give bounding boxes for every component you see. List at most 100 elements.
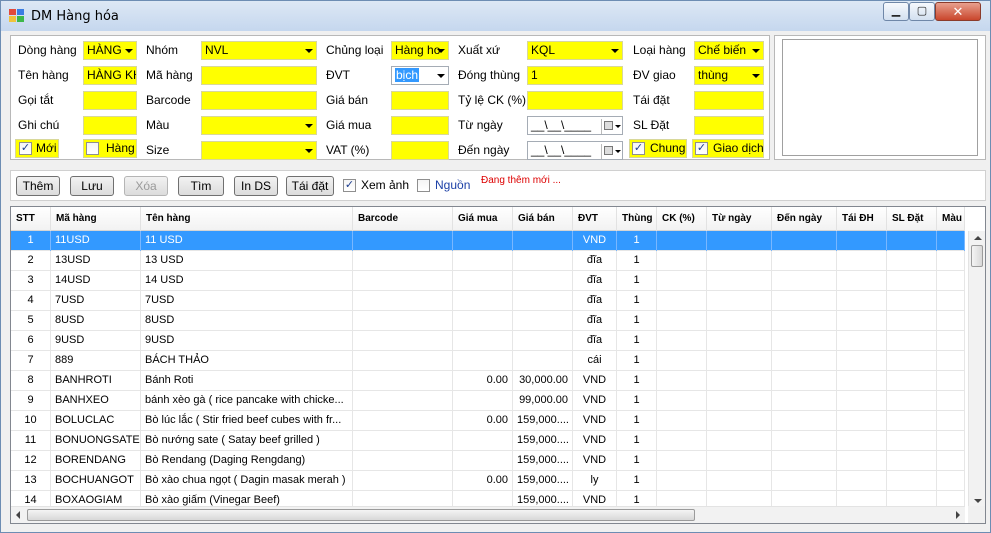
table-cell[interactable]: 1 xyxy=(617,471,657,491)
table-cell[interactable]: 1 xyxy=(617,331,657,351)
table-row[interactable]: 2 13USD 13 USD đĩa 1 xyxy=(11,251,965,271)
table-cell[interactable] xyxy=(837,451,887,471)
table-row[interactable]: 10 BOLUCLAC Bò lúc lắc ( Stir fried beef c… xyxy=(11,411,965,431)
goi-tat-field[interactable] xyxy=(83,91,137,110)
table-row[interactable]: 3 14USD 14 USD đĩa 1 xyxy=(11,271,965,291)
table-cell[interactable]: 0.00 xyxy=(453,411,513,431)
table-cell[interactable] xyxy=(887,231,937,251)
table-cell[interactable] xyxy=(772,271,837,291)
scroll-down-icon[interactable] xyxy=(974,499,982,503)
table-row[interactable]: 1 11USD 11 USD VND 1 xyxy=(11,231,965,251)
table-cell[interactable] xyxy=(707,311,772,331)
table-cell[interactable] xyxy=(772,231,837,251)
table-row[interactable]: 8 BANHROTI Bánh Roti 0.00 30,000.00 VND 1 xyxy=(11,371,965,391)
table-cell[interactable] xyxy=(513,271,573,291)
table-cell[interactable]: 889 xyxy=(51,351,141,371)
den-ngay-datepicker[interactable]: __\__\____ xyxy=(527,141,623,160)
table-cell[interactable]: Bò xào chua ngọt ( Dagin masak merah ) xyxy=(141,471,353,491)
table-cell[interactable] xyxy=(353,311,453,331)
close-button[interactable]: ✕ xyxy=(935,2,981,21)
table-cell[interactable] xyxy=(772,431,837,451)
table-cell[interactable]: BOCHUANGOT xyxy=(51,471,141,491)
table-row[interactable]: 4 7USD 7USD đĩa 1 xyxy=(11,291,965,311)
table-cell[interactable] xyxy=(513,311,573,331)
column-header[interactable]: Thùng xyxy=(617,207,657,231)
column-header[interactable]: Màu xyxy=(937,207,965,231)
table-cell[interactable] xyxy=(772,391,837,411)
table-cell[interactable] xyxy=(353,251,453,271)
column-header[interactable]: ĐVT xyxy=(573,207,617,231)
table-cell[interactable]: 8USD xyxy=(141,311,353,331)
table-cell[interactable] xyxy=(657,431,707,451)
table-cell[interactable] xyxy=(837,251,887,271)
table-cell[interactable] xyxy=(837,431,887,451)
ten-hang-field[interactable]: HÀNG KH xyxy=(83,66,137,85)
table-cell[interactable]: 13 USD xyxy=(141,251,353,271)
table-cell[interactable]: 5 xyxy=(11,311,51,331)
nhom-combo[interactable]: NVL xyxy=(201,41,317,60)
table-cell[interactable] xyxy=(887,271,937,291)
table-cell[interactable]: 1 xyxy=(617,291,657,311)
table-cell[interactable] xyxy=(887,371,937,391)
table-cell[interactable]: 159,000.... xyxy=(513,451,573,471)
table-cell[interactable]: 11 xyxy=(11,431,51,451)
hang-check-empty[interactable] xyxy=(86,142,99,155)
table-cell[interactable] xyxy=(937,391,965,411)
table-cell[interactable]: VND xyxy=(573,371,617,391)
table-cell[interactable]: 159,000.... xyxy=(513,431,573,451)
table-cell[interactable] xyxy=(453,351,513,371)
table-cell[interactable] xyxy=(657,311,707,331)
table-cell[interactable]: cái xyxy=(573,351,617,371)
table-cell[interactable] xyxy=(772,311,837,331)
table-cell[interactable] xyxy=(657,451,707,471)
table-cell[interactable] xyxy=(937,411,965,431)
table-row[interactable]: 11 BONUONGSATE Bò nướng sate ( Satay beef … xyxy=(11,431,965,451)
table-cell[interactable] xyxy=(837,391,887,411)
table-cell[interactable]: BANHROTI xyxy=(51,371,141,391)
table-cell[interactable]: 8USD xyxy=(51,311,141,331)
table-cell[interactable] xyxy=(937,271,965,291)
table-cell[interactable] xyxy=(772,451,837,471)
table-cell[interactable] xyxy=(657,411,707,431)
table-cell[interactable]: VND xyxy=(573,391,617,411)
xuat-xu-combo[interactable]: KQL xyxy=(527,41,623,60)
tu-ngay-datepicker[interactable]: __\__\____ xyxy=(527,116,623,135)
table-cell[interactable]: 2 xyxy=(11,251,51,271)
table-cell[interactable]: 0.00 xyxy=(453,371,513,391)
table-cell[interactable] xyxy=(353,371,453,391)
table-cell[interactable]: 13USD xyxy=(51,251,141,271)
ma-hang-field[interactable] xyxy=(201,66,317,85)
table-cell[interactable]: 14USD xyxy=(51,271,141,291)
table-cell[interactable]: Bò nướng sate ( Satay beef grilled ) xyxy=(141,431,353,451)
table-cell[interactable] xyxy=(657,271,707,291)
gia-ban-field[interactable] xyxy=(391,91,449,110)
table-cell[interactable] xyxy=(657,371,707,391)
table-cell[interactable] xyxy=(513,291,573,311)
table-cell[interactable] xyxy=(837,371,887,391)
column-header[interactable]: STT xyxy=(11,207,51,231)
table-cell[interactable] xyxy=(707,391,772,411)
table-cell[interactable]: 9USD xyxy=(141,331,353,351)
table-cell[interactable] xyxy=(353,411,453,431)
table-cell[interactable] xyxy=(353,451,453,471)
vertical-scroll-thumb[interactable] xyxy=(971,245,983,267)
table-cell[interactable] xyxy=(937,371,965,391)
table-cell[interactable]: 159,000.... xyxy=(513,471,573,491)
table-cell[interactable]: VND xyxy=(573,451,617,471)
horizontal-scrollbar[interactable] xyxy=(11,506,965,523)
table-cell[interactable] xyxy=(837,271,887,291)
table-cell[interactable]: 99,000.00 xyxy=(513,391,573,411)
giao-dich-check-icon[interactable]: ✓ xyxy=(695,142,708,155)
table-cell[interactable] xyxy=(887,431,937,451)
column-header[interactable]: Đến ngày xyxy=(772,207,837,231)
table-cell[interactable]: 1 xyxy=(617,351,657,371)
table-cell[interactable]: 9 xyxy=(11,391,51,411)
table-cell[interactable] xyxy=(887,251,937,271)
table-cell[interactable]: 30,000.00 xyxy=(513,371,573,391)
column-header[interactable]: Barcode xyxy=(353,207,453,231)
table-cell[interactable] xyxy=(772,371,837,391)
table-cell[interactable]: 4 xyxy=(11,291,51,311)
table-cell[interactable]: 3 xyxy=(11,271,51,291)
table-row[interactable]: 7 889 BÁCH THẢO cái 1 xyxy=(11,351,965,371)
table-cell[interactable] xyxy=(657,231,707,251)
